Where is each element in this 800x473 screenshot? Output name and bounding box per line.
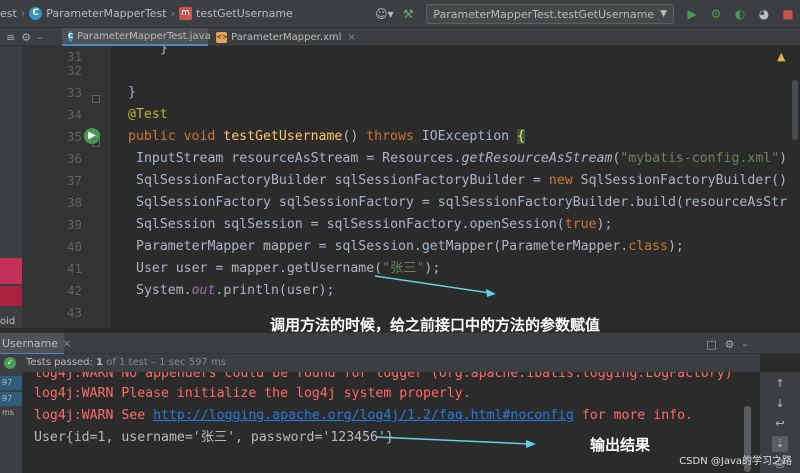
console-text: for more info. (573, 408, 693, 423)
line-number: 41 (66, 261, 82, 276)
tests-passed-label: Tests passed: (26, 357, 93, 368)
warning-icon: ▲ (777, 50, 786, 63)
console-line: log4j:WARN See http://logging.apache.org… (34, 405, 693, 427)
coverage-icon[interactable]: ◐ (730, 4, 750, 24)
minimize-icon[interactable]: – (743, 338, 749, 351)
user-icon[interactable]: ☺▾ (374, 4, 394, 24)
breadcrumb-item-class[interactable]: ParameterMapperTest (46, 7, 166, 20)
test-duration-tag[interactable]: 97 ms (0, 392, 22, 417)
console-line: log4j:WARN Please initialize the log4j s… (34, 386, 471, 401)
class-icon: C (29, 7, 43, 20)
line-number: 42 (66, 283, 82, 298)
project-tools: ≡ ⚙ – (0, 28, 62, 46)
code-line-42: System.out.println(user); (136, 283, 335, 298)
run-icon[interactable]: ▶ (682, 4, 702, 24)
fold-marker-icon[interactable] (92, 139, 100, 147)
xml-file-icon: <> (216, 31, 228, 43)
run-config-label: ParameterMapperTest.testGetUsername (433, 7, 655, 21)
test-status-bar: ✓ Tests passed: 1 of 1 test – 1 sec 597 … (0, 354, 760, 372)
tests-passed-detail: of 1 test – 1 sec 597 ms (106, 357, 226, 368)
line-number: 33 (66, 85, 82, 100)
gear-icon[interactable]: ⚙ (21, 31, 31, 44)
collapse-icon[interactable]: ≡ (6, 31, 15, 44)
code-line-33: } (128, 85, 136, 100)
line-number: 32 (66, 63, 82, 78)
code-line-34: @Test (128, 107, 168, 122)
console-output[interactable]: log4j:WARN No appenders could be found f… (22, 372, 738, 473)
close-icon[interactable]: × (347, 32, 355, 43)
line-number: 39 (66, 217, 82, 232)
build-hammer-icon[interactable]: ⚒ (398, 4, 418, 24)
breadcrumb: est › C ParameterMapperTest › m testGetU… (0, 0, 293, 28)
editor-tab-bar: ≡ ⚙ – C ParameterMapperTest.java × <> Pa… (0, 28, 800, 46)
console-link[interactable]: http://logging.apache.org/log4j/1.2/faq.… (153, 408, 574, 423)
code-line-36: InputStream resourceAsStream = Resources… (136, 151, 788, 166)
breadcrumb-item-method[interactable]: testGetUsername (196, 7, 293, 20)
method-icon: m (179, 7, 193, 20)
line-number: 34 (66, 107, 82, 122)
code-line-37: SqlSessionFactoryBuilder sqlSessionFacto… (136, 173, 788, 188)
minimize-icon[interactable]: – (37, 31, 43, 44)
line-number: 43 (66, 305, 82, 320)
arrow-up-icon[interactable]: ↑ (772, 376, 788, 392)
test-tree-strip: 97 ms 97 ms (0, 372, 22, 473)
run-panel-tools: □ ⚙ – (706, 333, 748, 355)
code-editor[interactable]: ▲ 1 } } @Test public void testGetUsernam… (110, 46, 800, 328)
close-icon[interactable]: × (62, 337, 71, 350)
soft-wrap-icon[interactable]: ↩ (772, 416, 788, 432)
toolbar: ☺▾ ⚒ ParameterMapperTest.testGetUsername… (372, 0, 800, 28)
tab-parametermappertest[interactable]: C ParameterMapperTest.java × (62, 28, 225, 46)
code-line-40: ParameterMapper mapper = sqlSession.getM… (136, 239, 684, 254)
code-line-38: SqlSessionFactory sqlSessionFactory = sq… (136, 195, 788, 210)
tests-passed-count: 1 (96, 357, 104, 368)
breadcrumb-separator: › (20, 7, 26, 20)
test-duration-tag[interactable]: 97 ms (0, 376, 22, 401)
line-number: 36 (66, 151, 82, 166)
gear-icon[interactable]: ⚙ (725, 338, 735, 351)
code-line-31: } (160, 46, 168, 56)
run-panel-header: Username × □ ⚙ – (0, 332, 800, 355)
debug-icon[interactable]: ⚙ (706, 4, 726, 24)
code-line-35: public void testGetUsername() throws IOE… (128, 129, 526, 144)
navigation-bar: est › C ParameterMapperTest › m testGetU… (0, 0, 800, 28)
breadcrumb-item-module[interactable]: est (0, 7, 17, 20)
project-item-highlight[interactable] (0, 286, 22, 306)
line-number: 40 (66, 239, 82, 254)
code-line-41: User user = mapper.getUsername("张三"); (136, 261, 441, 276)
line-number: 38 (66, 195, 82, 210)
selected-project-item[interactable] (0, 258, 22, 284)
scroll-to-end-icon[interactable]: ⇣ (772, 436, 788, 452)
line-number: 35 (66, 129, 82, 144)
watermark: CSDN @Java的学习之路 (679, 456, 792, 467)
fold-marker-icon[interactable] (92, 95, 100, 103)
editor-scrollbar[interactable] (790, 46, 800, 328)
project-item-label: oid (0, 316, 16, 327)
run-tab[interactable]: Username × (0, 333, 71, 355)
tab-label: ParameterMapperTest.java (77, 30, 211, 42)
class-icon: C (68, 30, 74, 42)
tab-label: ParameterMapper.xml (231, 31, 342, 43)
run-tab-label: Username (2, 337, 59, 350)
annotation-note-output: 输出结果 (590, 436, 651, 454)
stop-icon[interactable]: ■ (778, 4, 798, 24)
code-line-39: SqlSession sqlSession = sqlSessionFactor… (136, 217, 613, 232)
scrollbar-thumb[interactable] (792, 80, 798, 140)
run-configuration-selector[interactable]: ParameterMapperTest.testGetUsername ▼ (426, 4, 674, 24)
arrow-down-icon[interactable]: ↓ (772, 396, 788, 412)
console-text: log4j:WARN See (34, 408, 154, 423)
profile-icon[interactable]: ◕ (754, 4, 774, 24)
restore-icon[interactable]: □ (706, 338, 716, 351)
checkmark-icon: ✓ (4, 357, 16, 369)
console-line-output: User{id=1, username='张三', password='1234… (34, 430, 394, 445)
chevron-down-icon: ▼ (660, 9, 667, 19)
annotation-note-params: 调用方法的时候，给之前接口中的方法的参数赋值 (270, 316, 601, 334)
breadcrumb-separator: › (170, 7, 176, 20)
line-number: 37 (66, 173, 82, 188)
tab-parametermapper-xml[interactable]: <> ParameterMapper.xml × (210, 28, 356, 46)
